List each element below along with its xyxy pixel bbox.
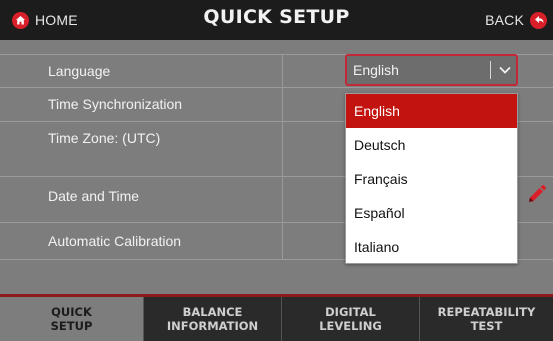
back-arrow-icon: [530, 11, 547, 29]
language-option-francais[interactable]: Français: [346, 162, 517, 196]
language-dropdown-list: English Deutsch Français Español Italian…: [345, 93, 518, 264]
select-separator: [490, 61, 491, 79]
language-option-italiano[interactable]: Italiano: [346, 230, 517, 264]
tab-label-line2: SETUP: [50, 319, 93, 333]
language-option-deutsch[interactable]: Deutsch: [346, 128, 517, 162]
tab-label-line1: QUICK: [51, 305, 92, 319]
bottom-tab-bar: QUICK SETUP BALANCE INFORMATION DIGITAL LEV…: [0, 294, 553, 341]
home-label: HOME: [35, 12, 78, 28]
tab-label-line1: DIGITAL: [325, 305, 376, 319]
row-label-language: Language: [48, 63, 111, 79]
tab-label-line1: REPEATABILITY: [437, 305, 536, 319]
home-icon: [12, 11, 29, 29]
language-select-value: English: [353, 62, 399, 78]
back-label: BACK: [485, 12, 524, 28]
tab-repeatability-test[interactable]: REPEATABILITY TEST: [420, 297, 553, 341]
tab-label-line2: INFORMATION: [166, 319, 259, 333]
page-title: QUICK SETUP: [203, 6, 350, 28]
row-label-time-zone: Time Zone: (UTC): [48, 130, 161, 146]
tab-label-line2: TEST: [470, 319, 503, 333]
language-select[interactable]: English: [345, 54, 518, 86]
settings-row-empty: [0, 259, 553, 294]
pencil-icon[interactable]: [525, 184, 547, 206]
language-option-espanol[interactable]: Español: [346, 196, 517, 230]
home-button[interactable]: HOME: [12, 9, 78, 31]
language-option-english[interactable]: English: [346, 94, 517, 128]
header-bar: HOME QUICK SETUP BACK: [0, 0, 553, 40]
row-label-time-sync: Time Synchronization: [48, 96, 183, 112]
back-button[interactable]: BACK: [485, 9, 547, 31]
tab-balance-information[interactable]: BALANCE INFORMATION: [144, 297, 282, 341]
row-label-auto-calibration: Automatic Calibration: [48, 233, 182, 249]
chevron-down-icon: [499, 66, 511, 74]
row-label-date-time: Date and Time: [48, 188, 140, 204]
tab-label-line2: LEVELING: [319, 319, 382, 333]
tab-quick-setup[interactable]: QUICK SETUP: [0, 297, 144, 341]
quick-setup-screen: HOME QUICK SETUP BACK Language Time Sync…: [0, 0, 553, 341]
tab-digital-leveling[interactable]: DIGITAL LEVELING: [282, 297, 420, 341]
column-divider: [282, 54, 283, 259]
tab-label-line1: BALANCE: [182, 305, 243, 319]
